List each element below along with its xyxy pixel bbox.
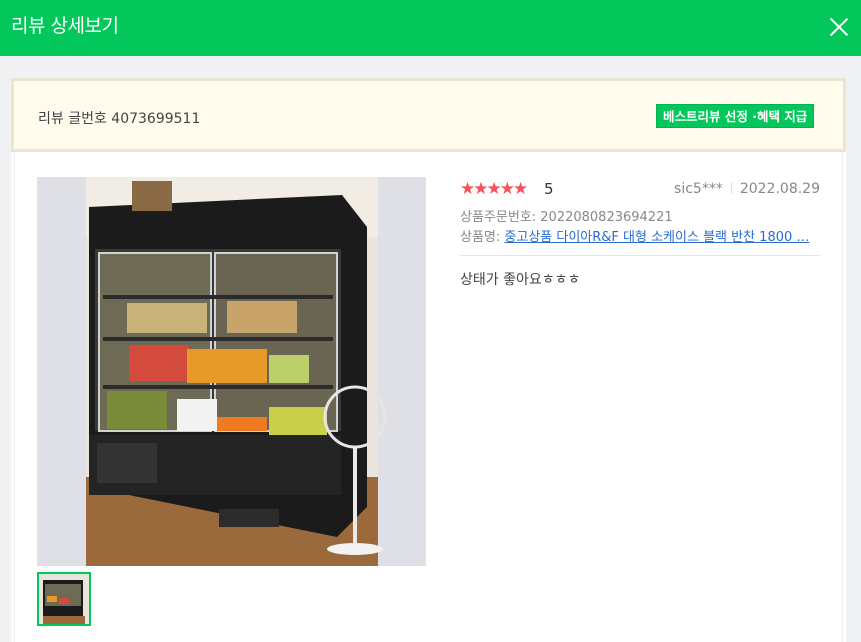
rating-row: ★★★★★ 5 sic5*** 2022.08.29 bbox=[460, 179, 820, 199]
product-label: 상품명: bbox=[460, 230, 505, 245]
thumbnail-illustration bbox=[39, 574, 89, 624]
review-content: 상태가 좋아요ㅎㅎㅎ bbox=[460, 272, 581, 288]
showcase-photo-illustration bbox=[37, 177, 426, 566]
review-photo-thumbnail[interactable] bbox=[37, 572, 91, 626]
meta-divider bbox=[730, 182, 732, 194]
review-panel: 리뷰 글번호 4073699511 베스트리뷰 선정 ·혜택 지급 ★★★★★ … bbox=[11, 78, 846, 642]
modal-header: 리뷰 상세보기 bbox=[0, 0, 861, 56]
divider bbox=[460, 255, 820, 256]
review-author: sic5*** bbox=[674, 181, 723, 197]
review-number: 리뷰 글번호 4073699511 bbox=[38, 111, 201, 127]
rating-score: 5 bbox=[544, 180, 554, 198]
review-info-bar: 리뷰 글번호 4073699511 베스트리뷰 선정 ·혜택 지급 bbox=[11, 78, 846, 152]
product-link[interactable]: 중고상품 다이아R&F 대형 소케이스 블랙 반찬 1800 … bbox=[504, 230, 809, 245]
product-row: 상품명: 중고상품 다이아R&F 대형 소케이스 블랙 반찬 1800 … bbox=[460, 226, 820, 245]
order-number: 상품주문번호: 2022080823694221 bbox=[460, 210, 673, 225]
best-review-button[interactable]: 베스트리뷰 선정 ·혜택 지급 bbox=[656, 104, 815, 128]
review-meta: sic5*** 2022.08.29 bbox=[674, 179, 820, 199]
modal-title: 리뷰 상세보기 bbox=[11, 15, 119, 37]
review-date: 2022.08.29 bbox=[739, 181, 820, 197]
close-icon[interactable] bbox=[826, 14, 852, 40]
rating-stars-icon: ★★★★★ bbox=[460, 179, 528, 199]
review-photo bbox=[37, 177, 426, 566]
